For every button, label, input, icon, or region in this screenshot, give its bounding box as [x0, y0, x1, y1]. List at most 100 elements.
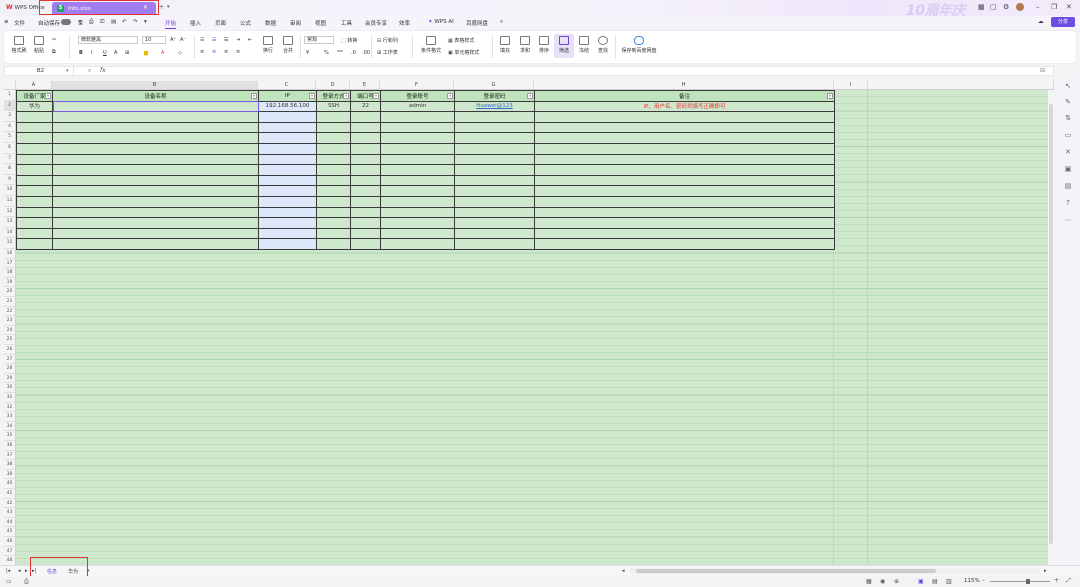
empty-cell[interactable]: [316, 132, 351, 144]
underline-button[interactable]: U: [103, 50, 107, 56]
row-col-button[interactable]: ⊟ 行和列: [377, 37, 398, 44]
row-header[interactable]: 41: [4, 489, 16, 499]
empty-cell[interactable]: [534, 153, 835, 166]
empty-cell[interactable]: [258, 185, 317, 197]
conditional-format-button[interactable]: 条件格式: [416, 36, 446, 54]
header-cell[interactable]: IP ▾: [258, 90, 317, 102]
page-break-icon[interactable]: ▥: [946, 578, 952, 585]
menu-efficiency[interactable]: 效率: [399, 19, 410, 27]
empty-cell[interactable]: [52, 185, 259, 197]
empty-cell[interactable]: [258, 153, 317, 166]
empty-cell[interactable]: [316, 185, 351, 197]
bold-button[interactable]: B: [79, 50, 83, 56]
scroll-left-icon[interactable]: ◂: [622, 568, 625, 574]
row-header[interactable]: 5: [4, 132, 16, 143]
row-header[interactable]: 24: [4, 325, 16, 336]
table-style-button[interactable]: ▦ 表格样式: [448, 37, 474, 44]
empty-cell[interactable]: [258, 217, 317, 229]
hamburger-icon[interactable]: ≡: [4, 19, 9, 25]
filter-dropdown-icon[interactable]: ▾: [447, 93, 453, 99]
minimize-icon[interactable]: –: [1036, 3, 1040, 11]
close-window-icon[interactable]: ✕: [1066, 3, 1072, 11]
menu-page[interactable]: 页面: [215, 19, 226, 27]
table-icon[interactable]: ▤: [1064, 182, 1072, 190]
empty-cell[interactable]: [454, 164, 535, 176]
empty-cell[interactable]: [350, 111, 381, 123]
wps-ai-menu[interactable]: ✦ WPS AI: [428, 19, 454, 25]
column-header-g[interactable]: G: [454, 81, 534, 90]
font-color-icon[interactable]: A: [161, 50, 164, 56]
row-header[interactable]: 11: [4, 196, 16, 207]
empty-cell[interactable]: [350, 185, 381, 197]
row-header[interactable]: 17: [4, 258, 16, 269]
undo-icon[interactable]: ↶: [122, 19, 127, 25]
avatar[interactable]: [1016, 3, 1024, 11]
empty-cell[interactable]: [454, 227, 535, 240]
maximize-icon[interactable]: ❐: [1051, 3, 1057, 11]
row-header[interactable]: 16: [4, 249, 16, 259]
filter-dropdown-icon[interactable]: ▾: [309, 93, 315, 99]
row-header[interactable]: 40: [4, 479, 16, 489]
empty-cell[interactable]: [52, 195, 259, 208]
row-header[interactable]: 32: [4, 402, 16, 413]
outdent-icon[interactable]: ⇤: [248, 37, 252, 43]
empty-cell[interactable]: [454, 132, 535, 144]
row-header[interactable]: 10: [4, 185, 16, 196]
align-center-icon[interactable]: ≡: [212, 49, 216, 55]
row-header[interactable]: 22: [4, 306, 16, 317]
row-header[interactable]: 28: [4, 364, 16, 374]
zoom-level[interactable]: 115%: [964, 578, 980, 584]
row-header[interactable]: 25: [4, 335, 16, 345]
empty-cell[interactable]: [454, 142, 535, 155]
menu-member[interactable]: 会员专享: [365, 19, 387, 27]
horizontal-scrollbar[interactable]: [630, 568, 1040, 574]
empty-cell[interactable]: [258, 132, 317, 144]
row-header[interactable]: 27: [4, 354, 16, 365]
accessibility-icon[interactable]: ⎙: [24, 578, 29, 586]
empty-cell[interactable]: [16, 195, 53, 208]
row-header[interactable]: 34: [4, 421, 16, 432]
empty-cell[interactable]: [16, 227, 53, 240]
row-header[interactable]: 35: [4, 431, 16, 441]
row-header[interactable]: 21: [4, 297, 16, 307]
row-header[interactable]: 33: [4, 412, 16, 422]
font-name-select[interactable]: 微软雅黑: [78, 36, 138, 44]
increase-font-icon[interactable]: A⁺: [170, 37, 176, 43]
row-header[interactable]: 4: [4, 121, 16, 133]
column-header-c[interactable]: C: [258, 81, 316, 90]
page-layout-icon[interactable]: ▤: [932, 578, 938, 585]
cloud-icon[interactable]: ☁: [1038, 19, 1044, 25]
increase-decimal-icon[interactable]: .0: [351, 50, 356, 56]
empty-cell[interactable]: [52, 206, 259, 219]
empty-cell[interactable]: [454, 195, 535, 208]
empty-cell[interactable]: [316, 111, 351, 123]
empty-cell[interactable]: [316, 227, 351, 240]
empty-cell[interactable]: [316, 164, 351, 176]
row-header[interactable]: 15: [4, 238, 16, 249]
empty-cell[interactable]: [16, 174, 53, 187]
window-mode-icon[interactable]: ▢: [990, 3, 997, 11]
empty-cell[interactable]: [316, 217, 351, 229]
cell-ip[interactable]: 192.168.56.100: [258, 100, 317, 113]
empty-cell[interactable]: [258, 142, 317, 155]
eye-protect-icon[interactable]: ◉: [880, 578, 885, 585]
row-header[interactable]: 48: [4, 556, 16, 565]
select-all-corner[interactable]: [4, 81, 16, 90]
column-header-h[interactable]: H: [534, 81, 834, 90]
empty-cell[interactable]: [534, 121, 835, 134]
empty-cell[interactable]: [16, 238, 53, 250]
filter-dropdown-icon[interactable]: ▾: [527, 93, 533, 99]
expand-formula-icon[interactable]: ⊟: [1040, 67, 1045, 74]
empty-cell[interactable]: [52, 153, 259, 166]
sheet-grid[interactable]: A B C D E F G H I 1 2 3 4 5 6 7 8 9 10 11 12 13 14 15 1…: [4, 81, 1054, 565]
empty-cell[interactable]: [258, 227, 317, 240]
fill-button[interactable]: 填充: [496, 36, 514, 54]
row-header[interactable]: 2: [4, 100, 16, 112]
paste-button[interactable]: 粘贴: [30, 36, 48, 54]
row-header[interactable]: 26: [4, 345, 16, 355]
find-button[interactable]: 查找: [594, 36, 612, 54]
empty-cell[interactable]: [454, 174, 535, 187]
next-sheet-icon[interactable]: ▸: [25, 568, 28, 574]
first-sheet-icon[interactable]: |◂: [6, 568, 10, 574]
empty-cell[interactable]: [16, 185, 53, 197]
